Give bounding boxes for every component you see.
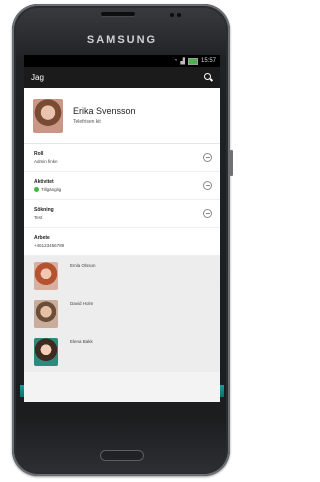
field-label: Aktivitet: [34, 179, 54, 185]
list-item[interactable]: Emla Olsson: [24, 258, 220, 296]
contact-avatar: [34, 262, 58, 290]
contact-name: David Holm: [70, 301, 94, 306]
field-label: Roll: [34, 151, 44, 157]
field-label: Arbete: [34, 235, 50, 241]
app-bar: Jag: [24, 67, 220, 88]
contact-list: Emla Olsson David Holm Elena Bakk: [24, 256, 220, 372]
profile-fields: Roll Admin finkn Aktivitet Tillgänglig S…: [24, 144, 220, 256]
volume-button: [230, 150, 233, 176]
status-time: 15:57: [200, 58, 216, 64]
profile-title: Telefrisen kit: [73, 119, 101, 125]
edit-icon[interactable]: [203, 181, 212, 190]
edit-icon[interactable]: [203, 153, 212, 162]
home-button[interactable]: [100, 450, 144, 461]
field-value: Admin finkn: [34, 159, 58, 164]
field-activity[interactable]: Aktivitet Tillgänglig: [24, 172, 220, 200]
field-label: Sökning: [34, 207, 54, 213]
contact-avatar: [34, 300, 58, 328]
presence-dot-icon: [34, 187, 39, 192]
contact-name: Emla Olsson: [70, 263, 96, 268]
edge-accent-right: [220, 385, 224, 397]
field-value-row: Tillgänglig: [34, 187, 61, 192]
list-item[interactable]: David Holm: [24, 296, 220, 334]
field-value: +46123456789: [34, 243, 65, 248]
contact-avatar: [34, 338, 58, 366]
edit-icon[interactable]: [203, 209, 212, 218]
battery-icon: [187, 57, 198, 65]
list-item[interactable]: Elena Bakk: [24, 334, 220, 372]
earpiece: [101, 12, 135, 16]
field-work[interactable]: Arbete +46123456789: [24, 228, 220, 256]
field-value: Tillgänglig: [41, 187, 62, 192]
field-search[interactable]: Sökning Test: [24, 200, 220, 228]
avatar[interactable]: [33, 98, 63, 133]
front-camera-icon: [170, 13, 174, 17]
profile-name: Erika Svensson: [73, 106, 136, 116]
signal-icon: ▟: [180, 58, 185, 65]
field-role[interactable]: Roll Admin finkn: [24, 144, 220, 172]
proximity-sensor-icon: [177, 13, 181, 17]
status-bar: ◔ ▟ 15:57: [24, 55, 220, 67]
contact-name: Elena Bakk: [70, 339, 93, 344]
field-value: Test: [34, 215, 43, 220]
edge-accent-left: [20, 385, 24, 397]
wifi-icon: ◔: [173, 58, 178, 64]
profile-header: Erika Svensson Telefrisen kit: [24, 88, 220, 144]
screen: ◔ ▟ 15:57 Jag Erika Svensson Telefrisen …: [24, 55, 220, 402]
brand-logo: SAMSUNG: [86, 34, 158, 46]
app-bar-title: Jag: [31, 73, 44, 82]
search-icon[interactable]: [204, 73, 213, 82]
